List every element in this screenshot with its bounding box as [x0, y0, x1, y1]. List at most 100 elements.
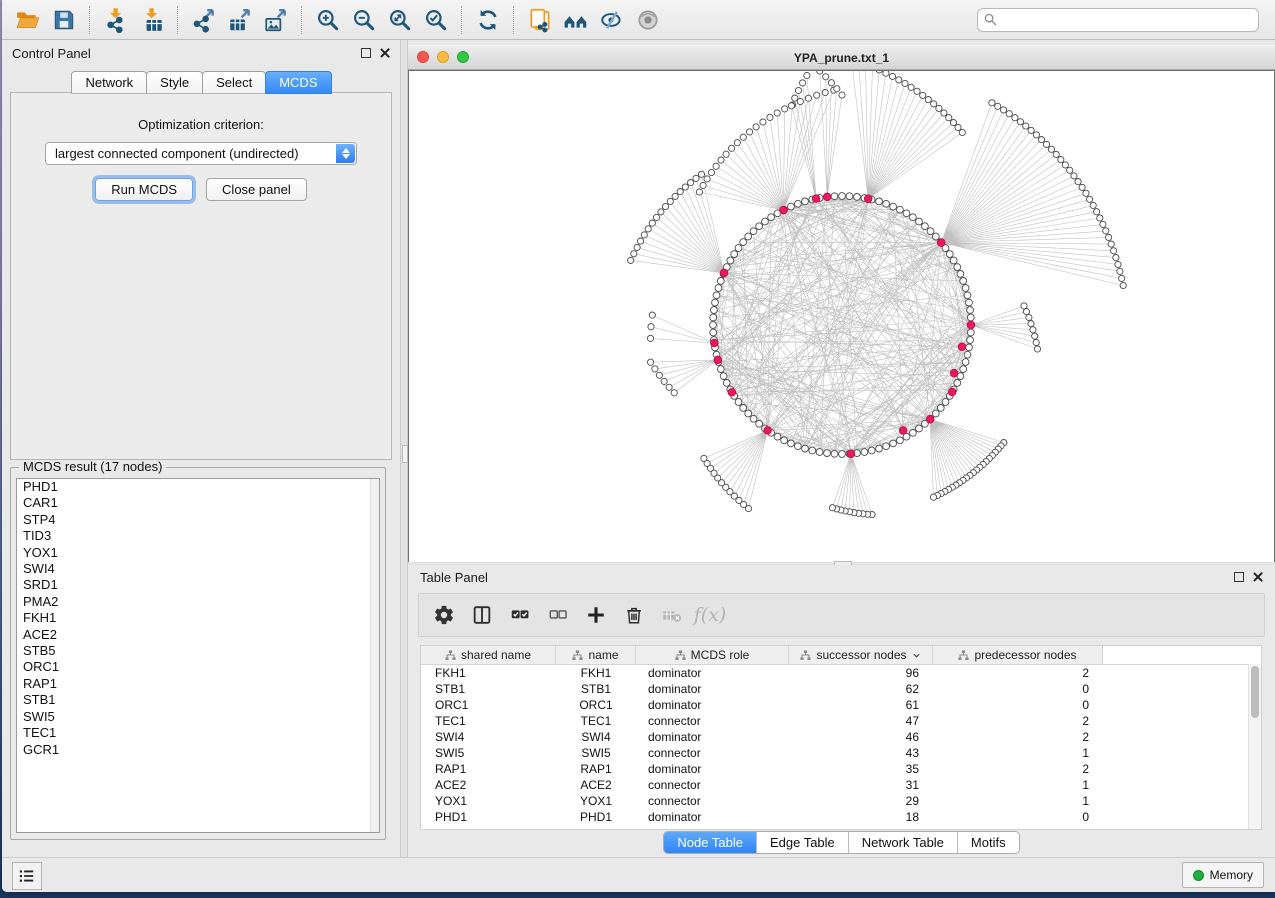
- table-row[interactable]: PHD1PHD1dominator180: [421, 809, 1261, 825]
- network-node[interactable]: [903, 210, 910, 217]
- network-node[interactable]: [756, 420, 763, 427]
- network-node[interactable]: [964, 292, 971, 299]
- network-node[interactable]: [735, 245, 742, 252]
- network-leaf-node[interactable]: [1023, 123, 1029, 129]
- network-node[interactable]: [967, 329, 974, 336]
- network-leaf-node[interactable]: [1111, 248, 1117, 254]
- network-leaf-node[interactable]: [896, 77, 902, 83]
- network-node[interactable]: [717, 278, 724, 285]
- network-node[interactable]: [964, 351, 971, 358]
- network-leaf-node[interactable]: [950, 120, 956, 126]
- deselect-all-icon[interactable]: [541, 598, 575, 632]
- network-leaf-node[interactable]: [1053, 151, 1059, 157]
- network-leaf-node[interactable]: [1094, 209, 1100, 215]
- network-node[interactable]: [960, 366, 967, 373]
- network-hub-node[interactable]: [967, 321, 975, 329]
- network-leaf-node[interactable]: [1062, 162, 1068, 168]
- zoom-fit-icon[interactable]: [382, 4, 418, 36]
- network-leaf-node[interactable]: [729, 145, 735, 151]
- network-hub-node[interactable]: [780, 206, 788, 214]
- network-leaf-node[interactable]: [700, 182, 706, 188]
- network-leaf-node[interactable]: [641, 232, 647, 238]
- network-node[interactable]: [883, 200, 890, 207]
- network-leaf-node[interactable]: [914, 88, 920, 94]
- network-node[interactable]: [966, 344, 973, 351]
- mcds-result-list[interactable]: PHD1CAR1STP4TID3YOX1SWI4SRD1PMA2FKH1ACE2…: [16, 478, 380, 833]
- list-item[interactable]: FKH1: [17, 610, 379, 626]
- network-node[interactable]: [720, 373, 727, 380]
- network-node[interactable]: [839, 193, 846, 200]
- network-node[interactable]: [831, 193, 838, 200]
- column-header-MCDS-role[interactable]: MCDS role: [636, 646, 789, 664]
- network-node[interactable]: [750, 228, 757, 235]
- network-leaf-node[interactable]: [704, 176, 710, 182]
- network-leaf-node[interactable]: [747, 129, 753, 135]
- network-hub-node[interactable]: [950, 369, 958, 377]
- delete-table-icon[interactable]: [655, 598, 689, 632]
- network-node[interactable]: [876, 445, 883, 452]
- network-leaf-node[interactable]: [946, 115, 952, 121]
- network-leaf-node[interactable]: [792, 95, 798, 101]
- network-hub-node[interactable]: [823, 193, 831, 201]
- network-node[interactable]: [839, 451, 846, 458]
- network-leaf-node[interactable]: [989, 100, 995, 106]
- tab-edge-table[interactable]: Edge Table: [757, 832, 849, 853]
- network-node[interactable]: [932, 233, 939, 240]
- network-leaf-node[interactable]: [1115, 261, 1121, 267]
- network-leaf-node[interactable]: [672, 193, 678, 199]
- network-node[interactable]: [897, 437, 904, 444]
- column-header-successor-nodes[interactable]: successor nodes: [789, 646, 933, 664]
- network-node[interactable]: [762, 218, 769, 225]
- network-view-canvas[interactable]: [408, 70, 1275, 564]
- list-item[interactable]: RAP1: [17, 676, 379, 692]
- list-item[interactable]: PMA2: [17, 594, 379, 610]
- network-overview-icon[interactable]: [558, 4, 594, 36]
- network-hub-node[interactable]: [926, 415, 934, 423]
- network-node[interactable]: [809, 447, 816, 454]
- network-node[interactable]: [932, 410, 939, 417]
- network-hub-node[interactable]: [714, 356, 722, 364]
- criterion-dropdown[interactable]: largest connected component (undirected): [45, 142, 357, 165]
- network-leaf-node[interactable]: [677, 189, 683, 195]
- network-leaf-node[interactable]: [817, 71, 823, 74]
- network-leaf-node[interactable]: [1017, 119, 1023, 125]
- network-node[interactable]: [802, 445, 809, 452]
- network-node[interactable]: [927, 228, 934, 235]
- network-node[interactable]: [711, 307, 718, 314]
- network-node[interactable]: [967, 337, 974, 344]
- network-node[interactable]: [740, 239, 747, 246]
- hide-graphics-details-icon[interactable]: [594, 4, 630, 36]
- network-node[interactable]: [960, 278, 967, 285]
- network-hub-node[interactable]: [764, 427, 772, 435]
- tab-select[interactable]: Select: [202, 71, 266, 94]
- network-leaf-node[interactable]: [1120, 282, 1126, 288]
- list-item[interactable]: GCR1: [17, 742, 379, 758]
- save-session-icon[interactable]: [46, 4, 82, 36]
- network-node[interactable]: [910, 214, 917, 221]
- network-node[interactable]: [957, 271, 964, 278]
- task-history-button[interactable]: [12, 862, 42, 890]
- network-leaf-node[interactable]: [708, 169, 714, 175]
- table-row[interactable]: STB1STB1dominator620: [421, 681, 1261, 697]
- network-leaf-node[interactable]: [1090, 202, 1096, 208]
- list-item[interactable]: ACE2: [17, 627, 379, 643]
- network-leaf-node[interactable]: [1006, 111, 1012, 117]
- network-leaf-node[interactable]: [908, 84, 914, 90]
- network-leaf-node[interactable]: [652, 366, 658, 372]
- network-node[interactable]: [831, 450, 838, 457]
- network-leaf-node[interactable]: [1100, 221, 1106, 227]
- network-leaf-node[interactable]: [1033, 132, 1039, 138]
- network-leaf-node[interactable]: [1087, 196, 1093, 202]
- network-leaf-node[interactable]: [740, 134, 746, 140]
- network-leaf-node[interactable]: [661, 378, 667, 384]
- network-leaf-node[interactable]: [920, 92, 926, 98]
- network-leaf-node[interactable]: [671, 390, 677, 396]
- network-leaf-node[interactable]: [1032, 333, 1038, 339]
- network-node[interactable]: [954, 264, 961, 271]
- network-leaf-node[interactable]: [941, 110, 947, 116]
- network-leaf-node[interactable]: [658, 209, 664, 215]
- network-leaf-node[interactable]: [638, 238, 644, 244]
- network-leaf-node[interactable]: [839, 92, 845, 98]
- close-panel-icon[interactable]: [380, 48, 390, 58]
- network-node[interactable]: [795, 200, 802, 207]
